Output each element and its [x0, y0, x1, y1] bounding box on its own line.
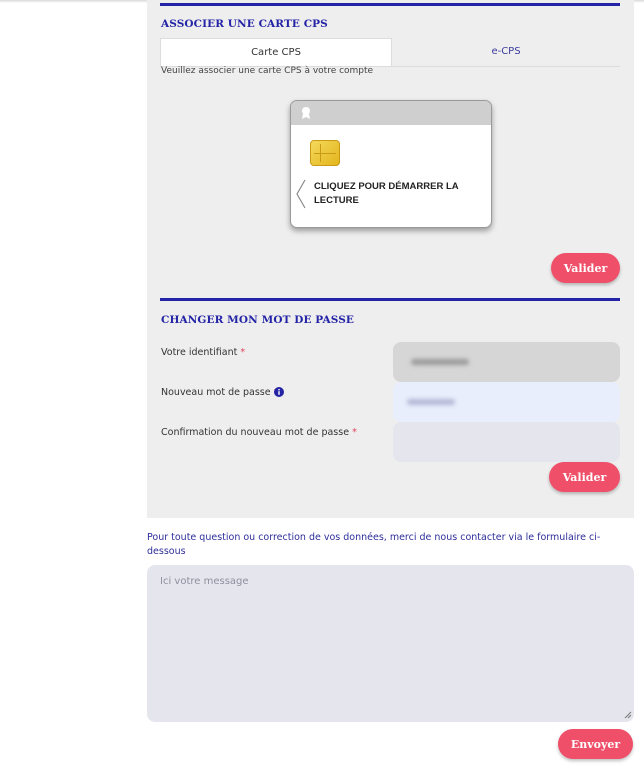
info-circle-icon[interactable] [274, 387, 284, 397]
new-password-label-text: Nouveau mot de passe [161, 387, 271, 398]
identifier-label: Votre identifiant * [161, 347, 245, 358]
tab-e-cps[interactable]: e-CPS [392, 38, 620, 65]
cps-hint: Veuillez associer une carte CPS à votre … [161, 66, 374, 76]
required-mark: * [240, 347, 246, 358]
send-message-button[interactable]: Envoyer [558, 729, 633, 759]
confirm-password-label-text: Confirmation du nouveau mot de passe [161, 427, 350, 438]
password-section-rule [160, 298, 620, 301]
blurred-password-value [407, 399, 455, 405]
card-header [291, 101, 491, 125]
cps-card-reader[interactable]: CLIQUEZ POUR DÉMARRER LA LECTURE [290, 100, 492, 228]
password-validate-button[interactable]: Valider [549, 462, 620, 492]
message-textarea[interactable] [147, 565, 634, 722]
cps-tabs: Carte CPS e-CPS [160, 38, 620, 67]
new-password-label: Nouveau mot de passe * [161, 387, 278, 398]
resize-grip-icon[interactable] [624, 711, 632, 719]
page: ASSOCIER UNE CARTE CPS Carte CPS e-CPS V… [0, 0, 644, 765]
new-password-field[interactable] [393, 382, 620, 422]
card-start-reading-text: CLIQUEZ POUR DÉMARRER LA LECTURE [314, 181, 459, 206]
chevron-left-icon [296, 179, 306, 209]
required-mark: * [352, 427, 357, 438]
confirm-password-label: Confirmation du nouveau mot de passe * [161, 427, 357, 438]
cps-section-rule [160, 3, 620, 6]
smartcard-chip-icon [310, 140, 340, 166]
identifier-label-text: Votre identifiant [161, 347, 238, 358]
contact-instructions: Pour toute question ou correction de vos… [147, 532, 601, 557]
cps-section-title: ASSOCIER UNE CARTE CPS [161, 18, 328, 30]
identifier-field[interactable] [393, 342, 620, 382]
ribbon-badge-icon [302, 107, 310, 119]
confirm-password-field[interactable] [393, 422, 620, 462]
cps-validate-button[interactable]: Valider [551, 253, 620, 283]
blurred-identifier-value [411, 359, 469, 365]
password-section-title: CHANGER MON MOT DE PASSE [161, 314, 355, 326]
tab-carte-cps[interactable]: Carte CPS [160, 38, 392, 66]
